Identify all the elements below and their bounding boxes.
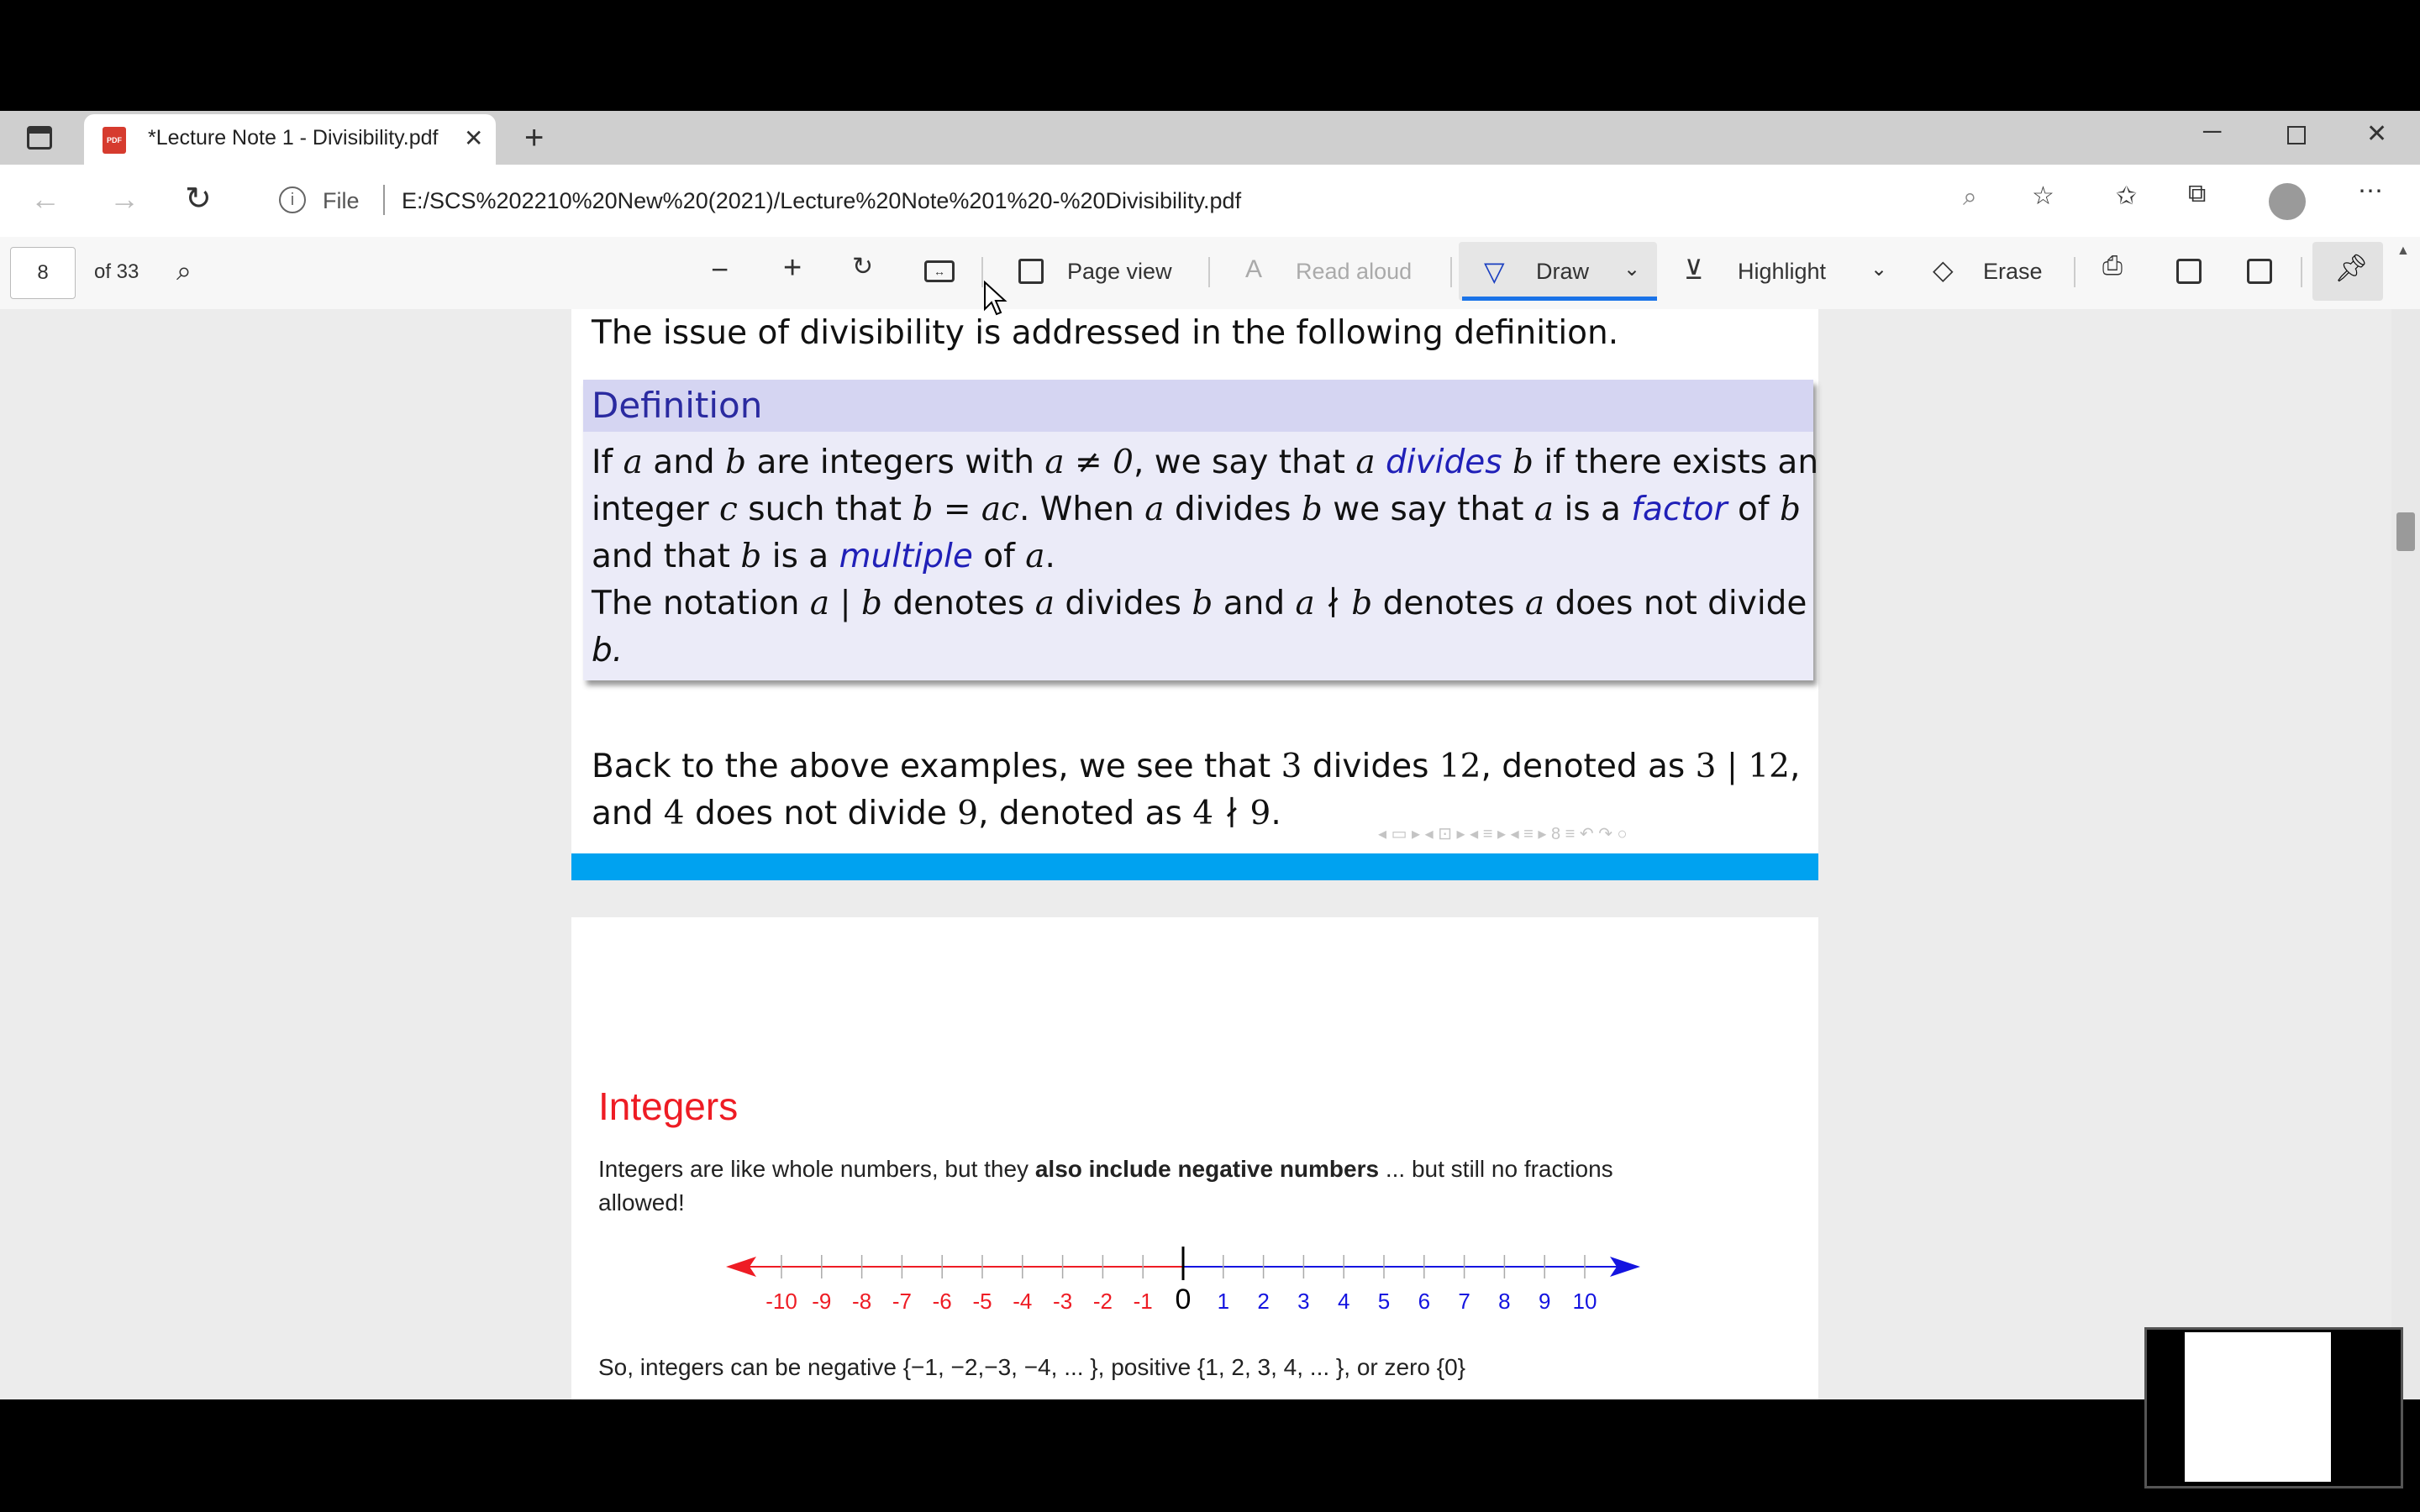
file-label: File bbox=[323, 188, 360, 213]
page-view-icon[interactable] bbox=[1018, 259, 1044, 284]
integers-intro-line-2: allowed! bbox=[598, 1189, 685, 1215]
back-icon[interactable]: ← bbox=[30, 181, 60, 217]
toolbar-divider bbox=[2074, 257, 2075, 287]
save-as-icon[interactable] bbox=[2247, 259, 2272, 284]
definition-line-1: If a and b are integers with a ≠ 0, we s… bbox=[592, 444, 1819, 481]
save-icon[interactable] bbox=[2176, 259, 2202, 284]
number-line-label: 0 bbox=[1176, 1284, 1192, 1315]
integers-title: Integers bbox=[598, 1084, 739, 1128]
favorites-icon[interactable]: ✩ bbox=[2116, 181, 2137, 211]
number-line-label: -6 bbox=[933, 1289, 952, 1314]
number-line-label: -4 bbox=[1013, 1289, 1032, 1314]
number-line-label: 7 bbox=[1458, 1289, 1470, 1314]
scrollbar[interactable] bbox=[2391, 309, 2420, 1399]
more-menu-icon[interactable]: ⋯ bbox=[2358, 176, 2383, 206]
number-line-label: 1 bbox=[1218, 1289, 1229, 1314]
tab-title: *Lecture Note 1 - Divisibility.pdf bbox=[148, 126, 439, 150]
scrollbar-thumb[interactable] bbox=[2396, 512, 2415, 551]
zoom-icon[interactable]: ⌕ bbox=[1963, 183, 1977, 212]
avatar[interactable] bbox=[2269, 183, 2306, 220]
definition-line-5: b. bbox=[592, 632, 623, 669]
toolbar-divider bbox=[1450, 257, 1452, 287]
scroll-up-icon[interactable]: ▲ bbox=[2396, 244, 2410, 259]
highlight-button[interactable]: Highlight bbox=[1738, 259, 1826, 285]
number-line-label: 9 bbox=[1539, 1289, 1550, 1314]
number-line-label: -1 bbox=[1134, 1289, 1153, 1314]
integers-intro: Integers are like whole numbers, but the… bbox=[598, 1156, 1613, 1182]
draw-dropdown-icon[interactable]: ⌄ bbox=[1623, 257, 1640, 281]
number-line-label: 8 bbox=[1498, 1289, 1510, 1314]
restore-icon[interactable] bbox=[2287, 126, 2306, 144]
forward-icon[interactable]: → bbox=[109, 181, 139, 217]
zoom-in-icon[interactable]: + bbox=[783, 250, 802, 286]
number-line-label: -2 bbox=[1093, 1289, 1113, 1314]
info-icon[interactable]: i bbox=[279, 186, 306, 213]
definition-header bbox=[583, 380, 1813, 432]
zoom-out-icon[interactable]: − bbox=[711, 252, 729, 287]
pdf-toolbar bbox=[0, 237, 2420, 310]
number-line-label: -3 bbox=[1053, 1289, 1072, 1314]
definition-line-2: integer c such that b = ac. When a divid… bbox=[592, 491, 1801, 528]
preview-screen bbox=[2185, 1332, 2331, 1482]
close-window-icon[interactable]: ✕ bbox=[2366, 119, 2387, 149]
mouse-cursor-icon bbox=[984, 281, 1007, 316]
number-line-label: 2 bbox=[1257, 1289, 1269, 1314]
fit-page-icon[interactable]: ↔ bbox=[924, 260, 955, 282]
number-line-label: -5 bbox=[972, 1289, 992, 1314]
print-icon[interactable]: ⎙ bbox=[2102, 252, 2123, 281]
number-line-label: 3 bbox=[1297, 1289, 1309, 1314]
definition-title: Definition bbox=[592, 385, 763, 426]
number-line: -10 -9 -8 -7 -6 -5 -4 -3 -2 -1 0 1 2 3 4 5 6 7 8 9 10 bbox=[726, 1247, 1640, 1315]
highlight-dropdown-icon[interactable]: ⌄ bbox=[1870, 257, 1887, 281]
add-favorite-icon[interactable]: ☆ bbox=[2032, 181, 2054, 211]
toolbar-divider bbox=[1208, 257, 1210, 287]
number-line-label: 4 bbox=[1338, 1289, 1349, 1314]
examples-line-1: Back to the above examples, we see that … bbox=[592, 748, 1801, 785]
page-view-button[interactable]: Page view bbox=[1067, 259, 1172, 285]
number-line-label: 5 bbox=[1378, 1289, 1390, 1314]
toolbar-divider bbox=[2301, 257, 2302, 287]
page-total: of 33 bbox=[94, 260, 139, 283]
beamer-navigation-symbols: ◂ ▭ ▸ ◂ ⊡ ▸ ◂ ≡ ▸ ◂ ≡ ▸ 8 ≡ ↶ ↷ ○ bbox=[1378, 825, 1628, 843]
number-line-label: -10 bbox=[765, 1289, 797, 1314]
screen-bottom-area bbox=[0, 1399, 2420, 1512]
draw-label: Draw bbox=[1536, 259, 1590, 284]
tab-actions-icon[interactable] bbox=[27, 126, 52, 150]
integers-summary: So, integers can be negative {−1, −2,−3,… bbox=[598, 1354, 1466, 1380]
definition-line-4: The notation a | b denotes a divides b a… bbox=[592, 585, 1807, 622]
tab-close-icon[interactable]: ✕ bbox=[464, 124, 483, 152]
read-aloud-icon: A bbox=[1245, 255, 1263, 283]
number-line-label: 6 bbox=[1418, 1289, 1430, 1314]
number-line-label: -8 bbox=[852, 1289, 871, 1314]
collections-icon[interactable]: ⧉ bbox=[2188, 180, 2206, 208]
eraser-icon: ◇ bbox=[1933, 255, 1954, 285]
intro-text: The issue of divisibility is addressed i… bbox=[592, 314, 1619, 352]
examples-line-2: and 4 does not divide 9, denoted as 4 ∤ … bbox=[592, 795, 1281, 832]
rotate-icon[interactable]: ↻ bbox=[852, 252, 873, 281]
draw-active-indicator bbox=[1462, 297, 1657, 301]
pdf-icon: PDF bbox=[103, 127, 126, 154]
refresh-icon[interactable]: ↻ bbox=[185, 180, 212, 218]
number-line-label: -7 bbox=[892, 1289, 912, 1314]
pin-icon: 📌︎ bbox=[2334, 253, 2369, 283]
pen-icon: ▽ bbox=[1484, 256, 1505, 286]
erase-button[interactable]: Erase bbox=[1983, 259, 2043, 285]
minimize-icon[interactable]: ─ bbox=[2203, 118, 2221, 146]
url-field[interactable]: E:/SCS%202210%20New%20(2021)/Lecture%20N… bbox=[402, 188, 1241, 214]
new-tab-icon[interactable]: + bbox=[524, 119, 544, 157]
slide-footer-bar bbox=[571, 853, 1818, 880]
page-number-input[interactable]: 8 bbox=[10, 247, 76, 299]
number-line-label: 10 bbox=[1573, 1289, 1597, 1314]
definition-line-3: and that b is a multiple of a. bbox=[592, 538, 1055, 575]
read-aloud-button[interactable]: Read aloud bbox=[1296, 259, 1412, 285]
number-line-label: -9 bbox=[812, 1289, 831, 1314]
address-divider bbox=[383, 185, 385, 215]
search-icon[interactable]: ⌕ bbox=[176, 255, 192, 287]
highlighter-icon: ⊻ bbox=[1684, 255, 1704, 285]
